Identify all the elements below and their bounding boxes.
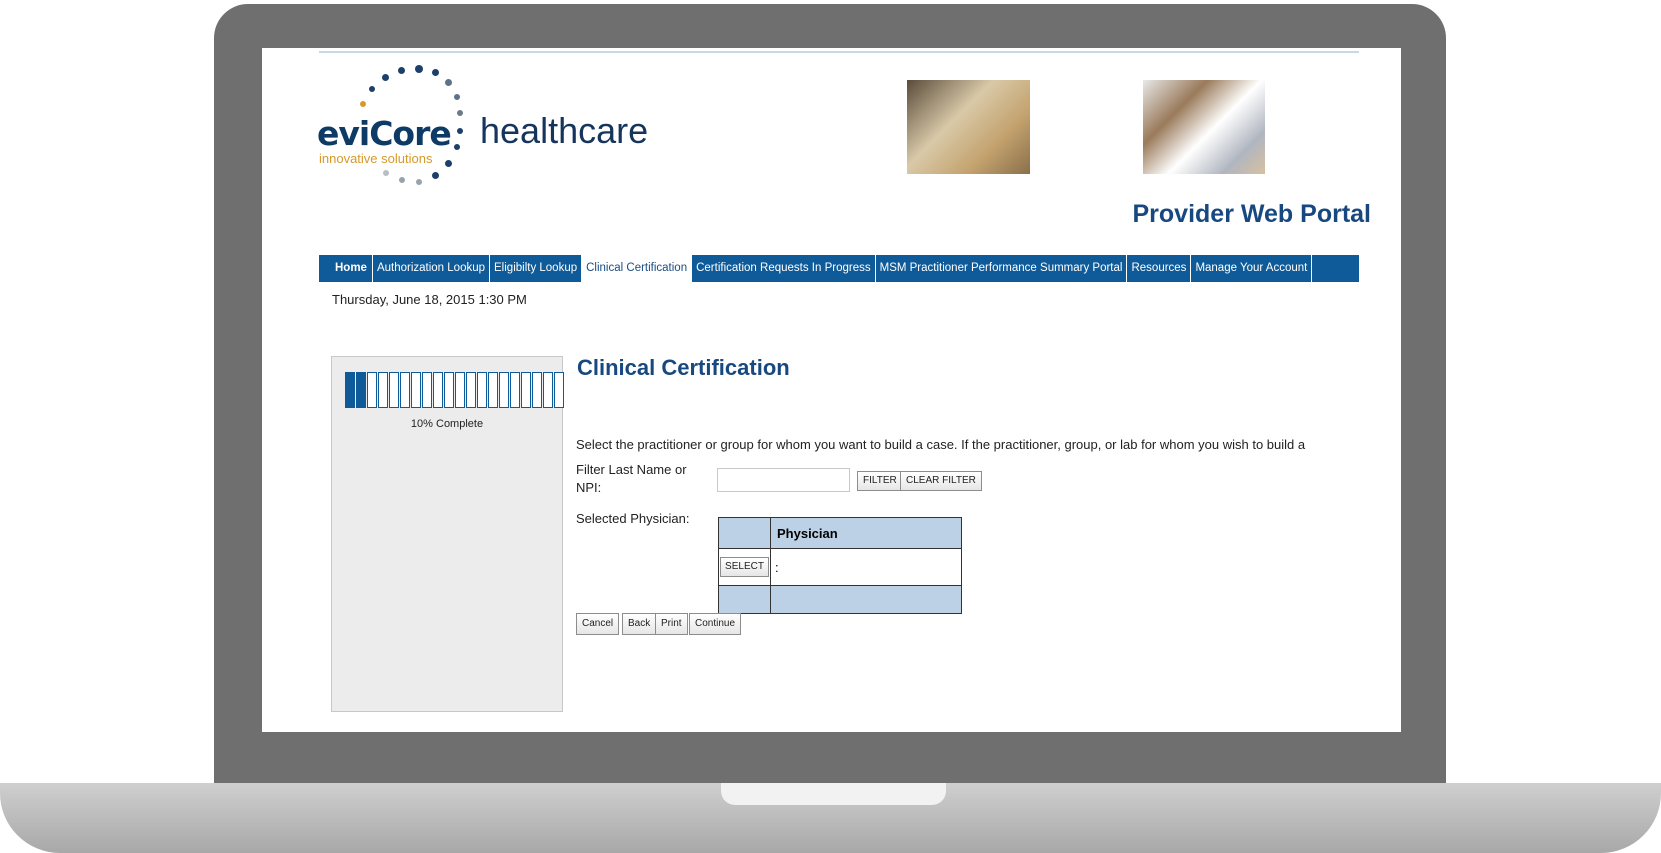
- progress-segment: [411, 372, 421, 408]
- physician-column-header: Physician: [770, 517, 962, 549]
- progress-segment: [444, 372, 454, 408]
- progress-segment: [510, 372, 520, 408]
- progress-segment: [499, 372, 509, 408]
- progress-segment: [477, 372, 487, 408]
- footer-cell: [770, 585, 962, 614]
- filter-button[interactable]: FILTER: [857, 471, 903, 491]
- filter-input[interactable]: [717, 468, 850, 492]
- progress-segment: [455, 372, 465, 408]
- continue-button[interactable]: Continue: [689, 613, 742, 635]
- main-nav: Home Authorization Lookup Eligibilty Loo…: [319, 255, 1359, 282]
- clear-filter-button[interactable]: CLEAR FILTER: [900, 471, 982, 491]
- table-row: SELECT :: [718, 548, 962, 586]
- progress-segment: [521, 372, 531, 408]
- medication-photo: [1143, 80, 1265, 174]
- doctor-photo: [907, 80, 1030, 174]
- nav-home[interactable]: Home: [319, 255, 373, 282]
- laptop-notch: [721, 783, 946, 805]
- progress-segment: [345, 372, 355, 408]
- page-title: Clinical Certification: [577, 355, 790, 380]
- filter-label: Filter Last Name or NPI:: [576, 462, 687, 495]
- cancel-button[interactable]: Cancel: [576, 613, 620, 635]
- nav-resources[interactable]: Resources: [1127, 255, 1192, 282]
- table-header-row: Physician: [718, 517, 962, 549]
- header-select-cell: [718, 517, 771, 549]
- header-rule: [319, 51, 1359, 53]
- progress-panel: 10% Complete: [331, 356, 565, 712]
- progress-segment: [400, 372, 410, 408]
- instructions-text: Select the practitioner or group for who…: [576, 437, 1306, 452]
- nav-manage-account[interactable]: Manage Your Account: [1191, 255, 1313, 282]
- progress-segment: [367, 372, 377, 408]
- print-button[interactable]: Print: [655, 613, 688, 635]
- back-button[interactable]: Back: [622, 613, 657, 635]
- physician-name-cell: :: [770, 548, 962, 586]
- physician-table: Physician SELECT :: [718, 517, 962, 614]
- logo-tagline: innovative solutions: [319, 151, 433, 166]
- select-physician-button[interactable]: SELECT: [720, 557, 769, 577]
- progress-segment: [356, 372, 366, 408]
- table-footer-row: [718, 585, 962, 614]
- browser-screen: eviCore innovative solutions healthcare …: [262, 48, 1401, 732]
- nav-clinical-certification[interactable]: Clinical Certification: [582, 255, 693, 282]
- progress-segment: [422, 372, 432, 408]
- select-cell: SELECT: [718, 548, 771, 586]
- progress-segment: [488, 372, 498, 408]
- progress-bar: [345, 372, 565, 408]
- current-datetime: Thursday, June 18, 2015 1:30 PM: [332, 292, 527, 307]
- nav-eligibility-lookup[interactable]: Eligibilty Lookup: [490, 255, 583, 282]
- progress-segment: [433, 372, 443, 408]
- portal-title: Provider Web Portal: [1132, 200, 1372, 228]
- nav-msm-performance-portal[interactable]: MSM Practitioner Performance Summary Por…: [876, 255, 1128, 282]
- nav-authorization-lookup[interactable]: Authorization Lookup: [373, 255, 491, 282]
- progress-segment: [378, 372, 388, 408]
- logo-suffix: healthcare: [480, 110, 649, 151]
- progress-segment: [543, 372, 553, 408]
- progress-segment: [554, 372, 564, 408]
- progress-segment: [532, 372, 542, 408]
- evicore-logo: eviCore innovative solutions healthcare: [312, 56, 652, 206]
- selected-physician-label: Selected Physician:: [576, 511, 690, 526]
- logo-brand: eviCore: [317, 114, 452, 153]
- progress-segment: [389, 372, 399, 408]
- progress-label: 10% Complete: [410, 418, 484, 430]
- progress-segment: [466, 372, 476, 408]
- nav-certification-requests[interactable]: Certification Requests In Progress: [692, 255, 876, 282]
- footer-cell: [718, 585, 771, 614]
